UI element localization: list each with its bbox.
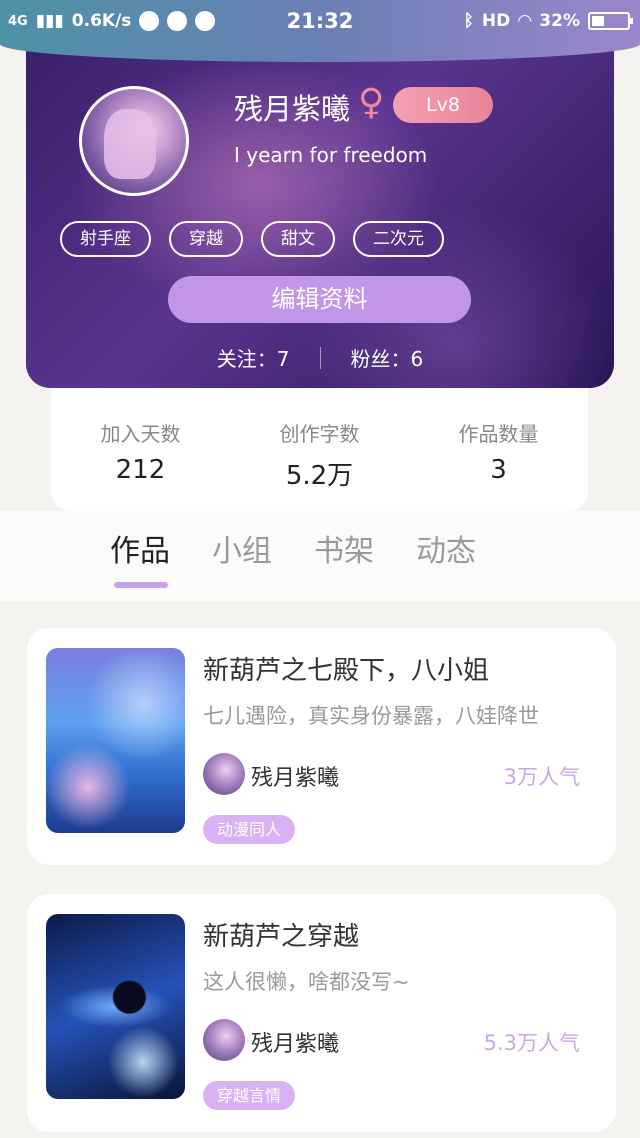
stat-label: 作品数量 [458,422,539,446]
tab-label: 小组 [212,534,272,569]
work-description: 七儿遇险，真实身份暴露，八娃降世 [203,704,539,728]
work-author: 残月紫曦 [251,1032,340,1057]
author-avatar [203,1019,245,1061]
work-title[interactable]: 新葫芦之七殿下，八小姐 [203,650,489,687]
stat-join-days: 加入天数 212 [51,388,230,511]
work-category-badge: 穿越言情 [203,1081,296,1110]
divider [319,346,321,369]
tab-activity[interactable]: 动态 [416,526,476,584]
hd-indicator: HD [481,11,511,31]
work-description: 这人很懒，啥都没写~ [203,970,410,994]
tag-chip[interactable]: 甜文 [261,221,335,257]
bluetooth-icon: ᛒ [463,11,474,31]
tag-chip[interactable]: 穿越 [169,221,243,257]
tab-bar: 作品 小组 书架 动态 [0,511,640,601]
follow-stats: 关注：7 粉丝：6 [0,343,640,372]
status-bar: 4G ▮▮▮ 0.6K/s 21:32 ᛒ HD ◠ 32% [0,0,640,44]
work-card[interactable]: 新葫芦之穿越 这人很懒，啥都没写~ 残月紫曦 5.3万人气 穿越言情 [27,894,616,1132]
tag-chip[interactable]: 射手座 [60,221,151,257]
female-icon: ♀ [358,82,385,123]
username: 残月紫曦 [234,92,351,126]
avatar[interactable] [79,86,189,196]
stats-panel: 加入天数 212 创作字数 5.2万 作品数量 3 [51,388,588,511]
battery-icon [588,12,633,30]
tag-chip[interactable]: 二次元 [353,221,444,257]
work-title[interactable]: 新葫芦之穿越 [203,916,359,953]
wifi-icon: ◠ [518,11,532,31]
stat-word-count: 创作字数 5.2万 [230,388,409,511]
battery-percent: 32% [539,11,580,31]
tab-bookshelf[interactable]: 书架 [314,526,374,584]
work-cover-image[interactable] [46,648,185,833]
tab-label: 作品 [110,534,170,569]
level-badge: Lv8 [393,87,493,123]
stat-value: 5.2万 [285,461,354,491]
work-popularity: 5.3万人气 [483,1031,580,1055]
tab-works[interactable]: 作品 [110,526,170,588]
work-author: 残月紫曦 [251,766,340,791]
profile-signature: I yearn for freedom [234,143,428,167]
work-cover-image[interactable] [46,914,185,1099]
edit-profile-button[interactable]: 编辑资料 [168,276,471,323]
stat-value: 3 [490,455,507,485]
stat-label: 创作字数 [279,422,360,446]
stat-value: 212 [115,455,166,485]
tab-label: 动态 [416,534,476,569]
stat-works-count: 作品数量 3 [409,388,588,511]
profile-tags: 射手座 穿越 甜文 二次元 [60,221,444,257]
active-tab-indicator [114,582,168,588]
tab-label: 书架 [314,534,374,569]
stat-label: 加入天数 [100,422,181,446]
work-popularity: 3万人气 [503,765,580,789]
tab-groups[interactable]: 小组 [212,526,272,584]
following-count[interactable]: 关注：7 [217,343,290,372]
work-card[interactable]: 新葫芦之七殿下，八小姐 七儿遇险，真实身份暴露，八娃降世 残月紫曦 3万人气 动… [27,628,616,865]
work-category-badge: 动漫同人 [203,815,296,844]
followers-count[interactable]: 粉丝：6 [351,343,424,372]
author-avatar [203,753,245,795]
